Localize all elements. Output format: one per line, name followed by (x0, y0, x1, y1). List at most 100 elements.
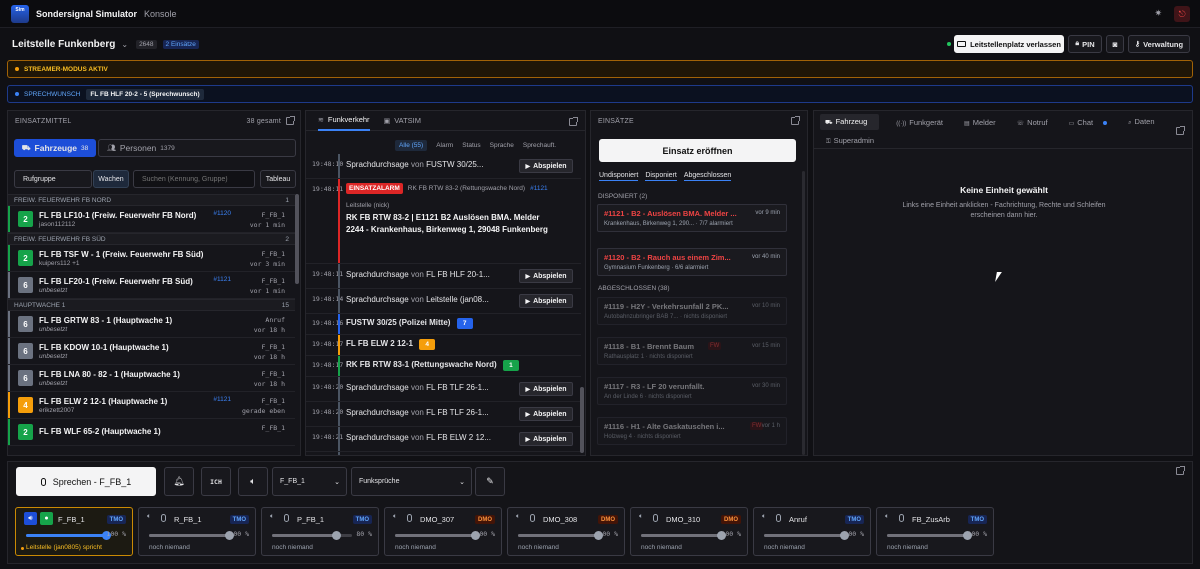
external-link-icon[interactable] (1176, 126, 1185, 135)
channel-card[interactable]: 🔊︎ ● F_FB_1 TMO 100 % Leitstelle (jan080… (15, 507, 133, 556)
channel-card[interactable]: 🔈︎ FB_ZusArb TMO 100 % noch niemand (876, 507, 994, 556)
mic-icon[interactable] (530, 514, 535, 522)
filter-status[interactable]: Status (462, 142, 480, 149)
vehicle-mission-id[interactable]: #1121 (213, 396, 231, 403)
volume-slider[interactable] (887, 531, 972, 540)
channel-card[interactable]: 🔈︎ R_FB_1 TMO 100 % noch niemand (138, 507, 256, 556)
speaker-button[interactable]: 🔈︎ (238, 467, 268, 496)
external-link-icon[interactable] (569, 117, 578, 126)
volume-slider[interactable] (395, 531, 480, 540)
external-link-icon[interactable] (1176, 466, 1185, 475)
vehicle-row[interactable]: 6 FL FB GRTW 83 - 1 (Hauptwache 1) unbes… (8, 311, 295, 338)
tab-persons[interactable]: 👥︎ Personen 1379 (98, 139, 296, 157)
vehicle-row[interactable]: 6 FL FB LNA 80 - 82 - 1 (Hauptwache 1) u… (8, 365, 295, 392)
mic-icon[interactable] (899, 514, 904, 522)
tab-chat[interactable]: ▭ Chat (1069, 118, 1115, 127)
tab-funkgeraet[interactable]: ((·)) Funkgerät (896, 118, 950, 127)
filter-rufgruppe[interactable]: Rufgruppe (14, 170, 92, 188)
speaker-icon[interactable]: 🔊︎ (24, 512, 37, 525)
vehicle-row[interactable]: 4 FL FB ELW 2 12-1 (Hauptwache 1) erikze… (8, 392, 295, 419)
play-button[interactable]: ▶ Abspielen (519, 159, 573, 173)
play-button[interactable]: ▶ Abspielen (519, 407, 573, 421)
filter-alarm[interactable]: Alarm (436, 142, 453, 149)
tab-daten[interactable]: ⌕ Daten (1128, 117, 1161, 127)
sun-icon[interactable]: ✷ (1154, 8, 1162, 19)
vehicle-mission-id[interactable]: #1120 (213, 210, 231, 217)
vehicle-mission-id[interactable]: #1121 (213, 276, 231, 283)
vehicle-row[interactable]: 2 FL FB WLF 65-2 (Hauptwache 1) F_FB_1 (8, 419, 295, 446)
radio-status-row[interactable]: 19:48:16 FUSTW 30/25 (Polizei Mitte) 7 (306, 314, 581, 335)
external-link-icon[interactable] (791, 116, 800, 125)
tab-undisponiert[interactable]: Undisponiert (599, 172, 639, 181)
vehicle-row[interactable]: 2 FL FB LF10-1 (Freiw. Feuerwehr FB Nord… (8, 206, 295, 233)
mission-card[interactable]: #1119 - H2Y - Verkehrsunfall 2 PK... vor… (597, 297, 787, 325)
tab-fahrzeug[interactable]: ⛟ Fahrzeug (820, 114, 880, 130)
logout-icon[interactable]: ⎋ (1174, 6, 1190, 22)
volume-slider[interactable] (149, 531, 234, 540)
radio-alarm-row[interactable]: 19:48:11 EINSATZALARM RK FB RTW 83-2 (Re… (306, 179, 581, 264)
mic-icon[interactable] (776, 514, 781, 522)
radio-voice-row[interactable]: 19:48:23 Sprachdurchsage von FL FB HLF 2… (306, 452, 581, 455)
messages-select[interactable]: Funksprüche ⌄ (351, 467, 472, 496)
radio-status-row[interactable]: 19:48:17 FL FB ELW 2 12-1 4 (306, 335, 581, 356)
edit-button[interactable]: ✎ (475, 467, 505, 496)
vehicle-row[interactable]: 6 FL FB KDOW 10-1 (Hauptwache 1) unbeset… (8, 338, 295, 365)
bell-button[interactable]: 🔔︎ (164, 467, 194, 496)
mic-icon[interactable] (407, 514, 412, 522)
radio-voice-row[interactable]: 19:48:20 Sprachdurchsage von FL FB TLF 2… (306, 402, 581, 427)
radio-voice-row[interactable]: 19:48:10 Sprachdurchsage von FUSTW 30/25… (306, 154, 581, 179)
speak-button[interactable]: Sprechen - F_FB_1 (16, 467, 156, 496)
radio-voice-row[interactable]: 19:48:11 Sprachdurchsage von FL FB HLF 2… (306, 264, 581, 289)
volume-slider[interactable] (764, 531, 849, 540)
radio-voice-row[interactable]: 19:48:14 Sprachdurchsage von Leitstelle … (306, 289, 581, 314)
tab-superadmin[interactable]: ⚿ Superadmin (826, 136, 874, 146)
play-button[interactable]: ▶ Abspielen (519, 382, 573, 396)
radio-scrollbar[interactable] (580, 387, 584, 453)
speaker-icon[interactable]: 🔈︎ (639, 513, 643, 521)
tab-melder[interactable]: ▤ Melder (964, 118, 1003, 127)
discord-button[interactable]: ◙ (1106, 35, 1124, 53)
units-scrollbar[interactable] (295, 194, 299, 284)
volume-slider[interactable] (26, 531, 111, 540)
vehicle-row[interactable]: 6 FL FB LF20-1 (Freiw. Feuerwehr FB Süd)… (8, 272, 295, 299)
tab-funkverkehr[interactable]: ≋ Funkverkehr (318, 111, 370, 131)
tab-vatsim[interactable]: ▣ VATSIM (384, 111, 421, 131)
tableau-button[interactable]: Tableau (260, 170, 296, 188)
channel-card[interactable]: 🔈︎ DMO_308 DMO 100 % noch niemand (507, 507, 625, 556)
speaker-icon[interactable]: 🔈︎ (270, 513, 274, 521)
station-name[interactable]: Leitstelle Funkenberg (12, 39, 115, 50)
mission-card[interactable]: #1120 - B2 - Rauch aus einem Zim... vor … (597, 248, 787, 276)
filter-wachen[interactable]: Wachen (93, 170, 129, 188)
mission-card[interactable]: #1121 - B2 - Auslösen BMA. Melder ... vo… (597, 204, 787, 232)
leave-station-button[interactable]: Leitstellenplatz verlassen (954, 35, 1064, 53)
mic-icon[interactable] (161, 514, 166, 522)
speaker-icon[interactable]: 🔈︎ (393, 513, 397, 521)
alarm-mission-id[interactable]: #1121 (530, 185, 548, 192)
mic-icon[interactable] (284, 514, 289, 522)
volume-slider[interactable] (641, 531, 726, 540)
mission-card[interactable]: #1117 - R3 - LF 20 verunfallt. vor 30 mi… (597, 377, 787, 405)
ich-button[interactable]: ICH (201, 467, 231, 496)
tab-disponiert[interactable]: Disponiert (645, 172, 677, 181)
sprechwunsch-chip[interactable]: FL FB HLF 20-2 - 5 (Sprechwunsch) (86, 88, 204, 100)
filter-all[interactable]: Alle (55) (395, 139, 428, 151)
mission-card[interactable]: #1116 - H1 - Alte Gaskatuschen i... FW v… (597, 417, 787, 445)
speaker-icon[interactable]: 🔈︎ (885, 513, 889, 521)
external-link-icon[interactable] (286, 116, 295, 125)
channel-card[interactable]: 🔈︎ DMO_310 DMO 100 % noch niemand (630, 507, 748, 556)
channel-card[interactable]: 🔈︎ DMO_307 DMO 100 % noch niemand (384, 507, 502, 556)
filter-sprache[interactable]: Sprache (490, 142, 514, 149)
radio-status-row[interactable]: 19:48:17 RK FB RTW 83-1 (Rettungswache N… (306, 356, 581, 377)
play-button[interactable]: ▶ Abspielen (519, 294, 573, 308)
radio-voice-row[interactable]: 19:48:21 Sprachdurchsage von FL FB ELW 2… (306, 427, 581, 452)
channel-select[interactable]: F_FB_1 ⌄ (272, 467, 347, 496)
channel-card[interactable]: 🔈︎ P_FB_1 TMO 80 % noch niemand (261, 507, 379, 556)
play-button[interactable]: ▶ Abspielen (519, 432, 573, 446)
pin-button[interactable]: 🔒︎ PIN (1068, 35, 1102, 53)
missions-scrollbar[interactable] (802, 171, 805, 455)
tab-abgeschlossen[interactable]: Abgeschlossen (683, 172, 732, 181)
volume-slider[interactable] (272, 531, 352, 540)
volume-thumb[interactable] (332, 531, 341, 540)
einsaetze-badge[interactable]: 2 Einsätze (162, 39, 199, 49)
speaker-icon[interactable]: 🔈︎ (147, 513, 151, 521)
